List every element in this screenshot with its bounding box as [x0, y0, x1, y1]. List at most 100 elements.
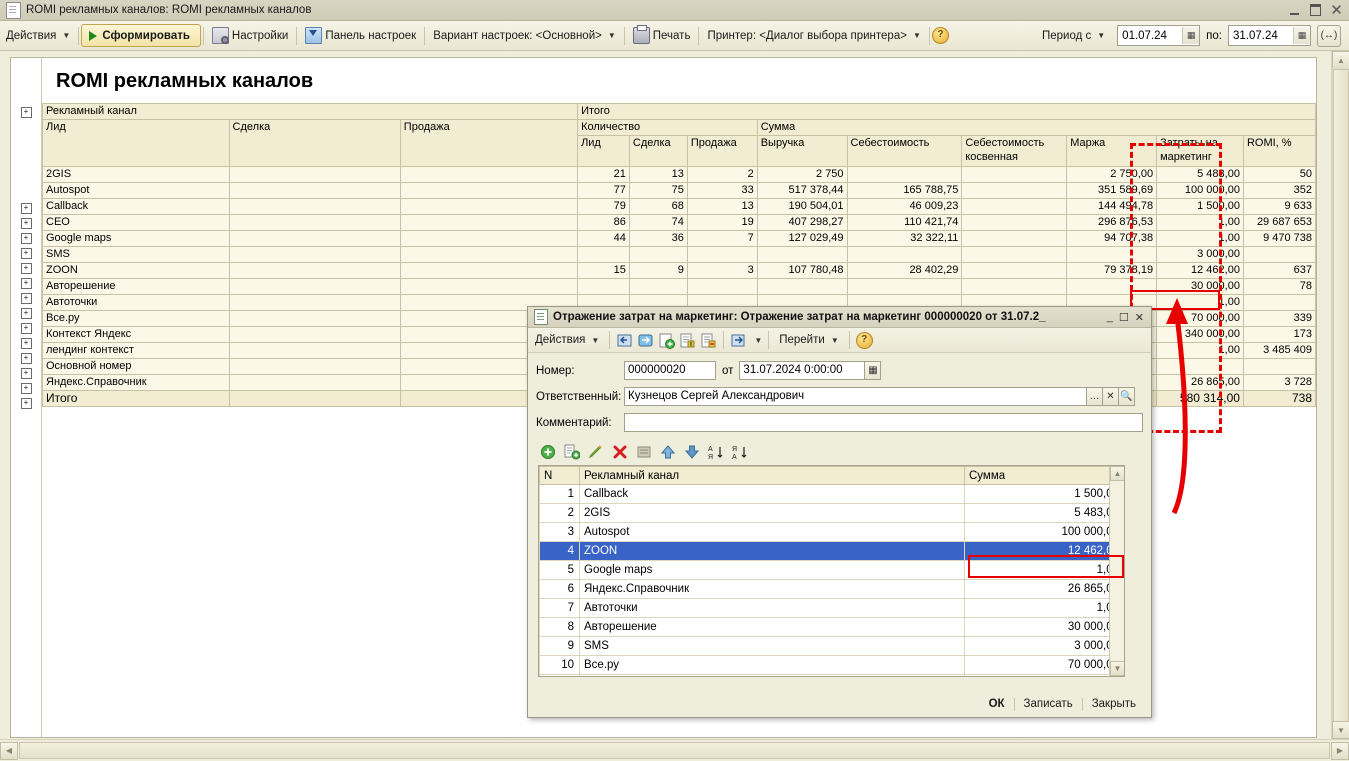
- sort-ascending-icon[interactable]: АЯ: [708, 444, 725, 461]
- date-to-field[interactable]: ▦: [1228, 25, 1311, 46]
- restore-icon[interactable]: [1307, 2, 1324, 18]
- row-expander[interactable]: +: [11, 216, 41, 231]
- calendar-icon[interactable]: ▦: [1293, 27, 1310, 44]
- row-expander[interactable]: +: [11, 366, 41, 381]
- col-header-5[interactable]: Продажа: [686, 135, 758, 167]
- scroll-up-button[interactable]: ▲: [1110, 466, 1124, 481]
- scroll-down-button[interactable]: ▼: [1332, 721, 1349, 739]
- col-header-9[interactable]: Маржа: [1066, 135, 1158, 167]
- scroll-down-button[interactable]: ▼: [1110, 661, 1124, 676]
- sort-descending-icon[interactable]: ЯА: [732, 444, 749, 461]
- table-row[interactable]: 2 2GIS 5 483,00: [539, 503, 1124, 523]
- horizontal-scrollbar[interactable]: ◀ ▶: [0, 739, 1349, 761]
- table-row[interactable]: 11: [539, 674, 1124, 676]
- col-header-sum[interactable]: Сумма ▲: [964, 466, 1124, 485]
- table-row[interactable]: 1 Callback 1 500,00: [539, 484, 1124, 504]
- vertical-scrollbar[interactable]: ▲ ▼: [1331, 51, 1349, 739]
- row-expander[interactable]: +: [11, 381, 41, 396]
- delete-row-icon[interactable]: [612, 444, 629, 461]
- table-row[interactable]: Google maps 44 36 7 127 029,49 32 322,11 94 70…: [42, 230, 1316, 247]
- hscroll-track[interactable]: [19, 742, 1330, 759]
- date-input[interactable]: 31.07.2024 0:00:00: [739, 361, 866, 380]
- set-delete-mark-icon[interactable]: [636, 444, 653, 461]
- scroll-up-button[interactable]: ▲: [1332, 51, 1349, 69]
- settings-panel-button[interactable]: Панель настроек: [299, 25, 422, 47]
- move-up-icon[interactable]: [660, 444, 677, 461]
- calendar-icon[interactable]: ▦: [1182, 27, 1200, 44]
- table-row[interactable]: 4 ZOON 12 462,00: [539, 541, 1124, 561]
- table-row[interactable]: 9 SMS 3 000,00: [539, 636, 1124, 656]
- printer-selector[interactable]: Принтер: <Диалог выбора принтера> ▼: [701, 25, 926, 47]
- row-expander[interactable]: +: [11, 321, 41, 336]
- row-expander[interactable]: +: [11, 201, 41, 216]
- chevron-down-icon[interactable]: ▼: [754, 336, 762, 345]
- dialog-table-scrollbar[interactable]: ▲ ▼: [1109, 466, 1124, 676]
- generate-button[interactable]: Сформировать: [81, 24, 201, 47]
- table-row[interactable]: 8 Авторешение 30 000,00: [539, 617, 1124, 637]
- scroll-right-button[interactable]: ▶: [1331, 741, 1349, 760]
- vscroll-thumb[interactable]: [1333, 69, 1349, 726]
- row-expander[interactable]: +: [11, 351, 41, 366]
- date-from-input[interactable]: [1122, 29, 1183, 42]
- responsible-input[interactable]: Кузнецов Сергей Александрович: [624, 387, 1087, 406]
- document-movements-icon[interactable]: [679, 332, 696, 349]
- table-row[interactable]: 3 Autospot 100 000,00: [539, 522, 1124, 542]
- row-expander[interactable]: +: [11, 231, 41, 246]
- close-icon[interactable]: ✕: [1328, 2, 1345, 18]
- export-icon[interactable]: [730, 332, 747, 349]
- table-row[interactable]: 2GIS 21 13 2 2 750 2 750,00 5 483,00 50: [42, 166, 1316, 183]
- restore-icon[interactable]: ☐: [1119, 311, 1129, 324]
- col-header-4[interactable]: Сделка: [628, 135, 688, 167]
- table-row[interactable]: 7 Автоточки 1,00: [539, 598, 1124, 618]
- marketing-costs-table[interactable]: NРекламный каналСумма ▲ 1Callback1 500,0…: [538, 465, 1125, 677]
- write-button[interactable]: Записать: [1015, 696, 1082, 712]
- actions-menu[interactable]: Действия ▼: [0, 25, 76, 47]
- post-document-icon[interactable]: [637, 332, 654, 349]
- col-header-n[interactable]: N: [539, 466, 580, 485]
- table-row[interactable]: CEO 86 74 19 407 298,27 110 421,74 296 876,53 1…: [42, 214, 1316, 231]
- number-input[interactable]: 000000020: [624, 361, 716, 380]
- expander-title[interactable]: +: [11, 105, 41, 120]
- calendar-icon[interactable]: ▦: [865, 361, 882, 380]
- marketing-costs-dialog[interactable]: Отражение затрат на маркетинг: Отражение…: [527, 306, 1152, 718]
- fit-width-button[interactable]: (↔): [1317, 24, 1341, 47]
- settings-button[interactable]: Настройки: [206, 25, 294, 47]
- print-button[interactable]: Печать: [627, 25, 697, 47]
- row-expander[interactable]: +: [11, 276, 41, 291]
- table-row[interactable]: 10 Все.ру 70 000,00: [539, 655, 1124, 675]
- open-value-icon[interactable]: 🔍: [1119, 387, 1135, 406]
- col-header-6[interactable]: Выручка: [756, 135, 848, 167]
- close-icon[interactable]: ✕: [1135, 311, 1144, 324]
- row-expander[interactable]: +: [11, 261, 41, 276]
- unpost-document-icon[interactable]: [658, 332, 676, 349]
- clear-value-icon[interactable]: ✕: [1103, 387, 1119, 406]
- col-header-11[interactable]: ROMI, %: [1242, 135, 1316, 167]
- table-row[interactable]: 5 Google maps 1,00: [539, 560, 1124, 580]
- move-down-icon[interactable]: [684, 444, 701, 461]
- comment-input[interactable]: [623, 413, 1143, 432]
- scroll-left-button[interactable]: ◀: [0, 741, 18, 760]
- table-row[interactable]: ZOON 15 9 3 107 780,48 28 402,29 79 378,19 12 4…: [42, 262, 1316, 279]
- settings-variant-selector[interactable]: Вариант настроек: <Основной> ▼: [427, 25, 622, 47]
- help-icon[interactable]: ?: [931, 27, 949, 44]
- save-and-close-icon[interactable]: [616, 332, 633, 349]
- row-expander[interactable]: +: [11, 291, 41, 306]
- document-register-icon[interactable]: [700, 332, 717, 349]
- col-header-3[interactable]: Лид: [577, 135, 630, 167]
- goto-menu[interactable]: Перейти ▼: [775, 329, 843, 351]
- select-value-icon[interactable]: …: [1087, 387, 1103, 406]
- col-header-10[interactable]: Затраты на маркетинг: [1156, 135, 1244, 167]
- row-expander[interactable]: +: [11, 336, 41, 351]
- minimize-icon[interactable]: [1286, 2, 1303, 18]
- copy-row-icon[interactable]: [564, 444, 581, 461]
- period-selector[interactable]: Период с ▼: [1036, 25, 1111, 47]
- row-expander[interactable]: +: [11, 246, 41, 261]
- table-row[interactable]: Callback 79 68 13 190 504,01 46 009,23 144 494…: [42, 198, 1316, 215]
- col-header-channel[interactable]: Рекламный канал: [579, 466, 965, 485]
- table-row[interactable]: 6 Яндекс.Справочник 26 865,00: [539, 579, 1124, 599]
- table-row[interactable]: Autospot 77 75 33 517 378,44 165 788,75 351 58…: [42, 182, 1316, 199]
- edit-row-icon[interactable]: [588, 444, 605, 461]
- row-expander[interactable]: +: [11, 306, 41, 321]
- table-row[interactable]: SMS 3 000,00: [42, 246, 1316, 263]
- ok-button[interactable]: ОК: [980, 696, 1014, 712]
